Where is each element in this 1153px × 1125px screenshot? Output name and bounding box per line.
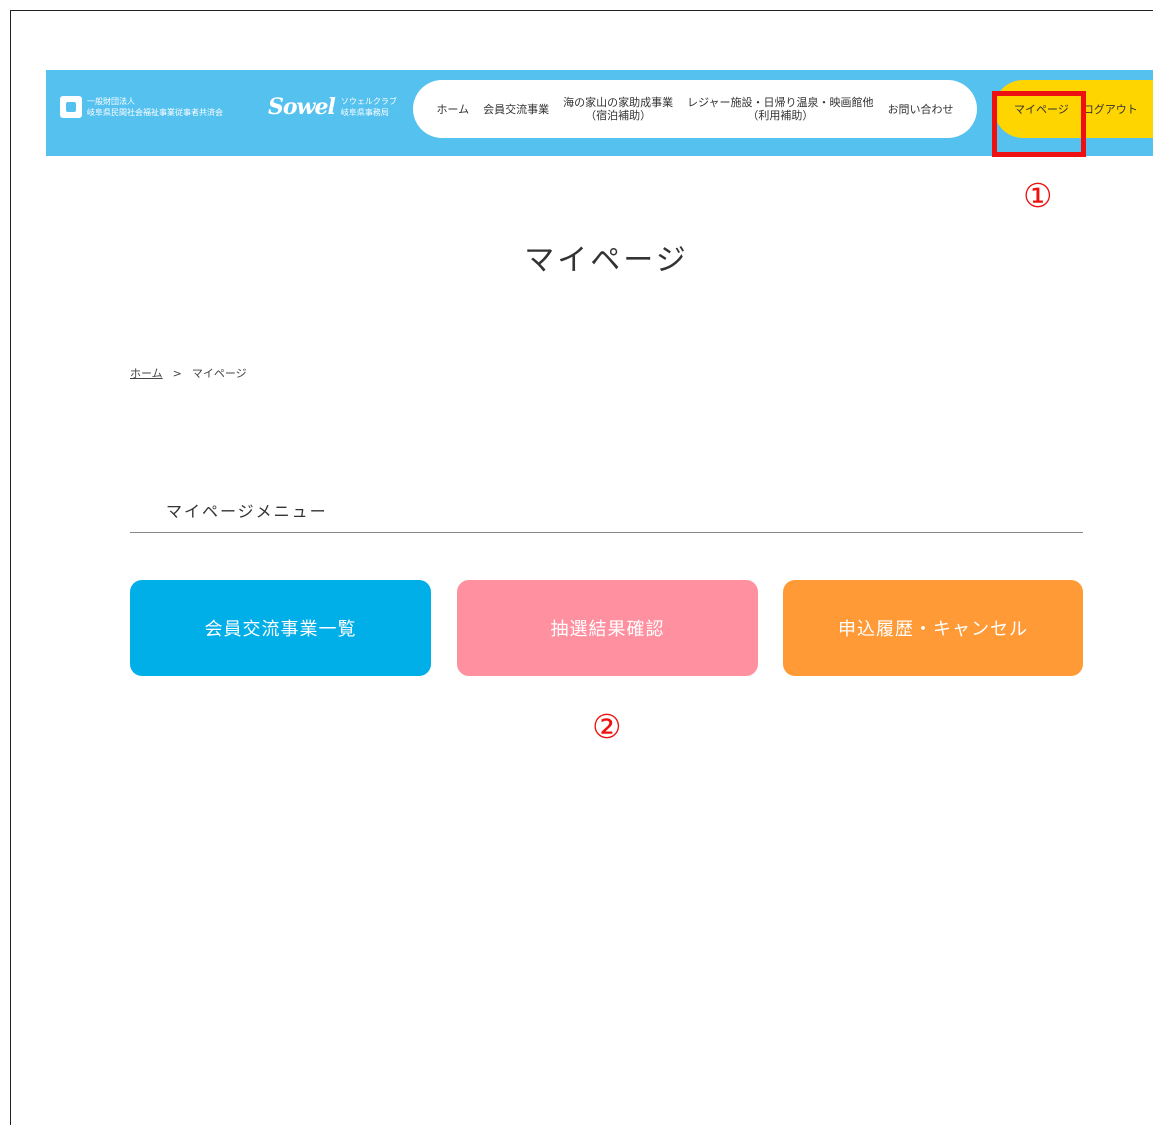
nav-home[interactable]: ホーム (436, 103, 469, 116)
nav-label: 海の家山の家助成事業 (563, 96, 674, 109)
sowel-line2: 岐阜県事務局 (340, 108, 389, 117)
main-nav: ホーム 会員交流事業 海の家山の家助成事業 （宿泊補助） レジャー施設・日帰り温… (413, 80, 977, 138)
nav-contact[interactable]: お問い合わせ (888, 103, 954, 116)
sowel-logo: Sowel (268, 94, 336, 120)
highlight-box (992, 91, 1086, 157)
sowel-name: ソウェルクラブ 岐阜県事務局 (341, 96, 397, 118)
site-header: 一般財団法人 岐阜県民間社会福祉事業従事者共済会 Sowel ソウェルクラブ 岐… (46, 70, 1153, 156)
nav-sublabel: （利用補助） (747, 109, 814, 122)
page-frame (10, 10, 1153, 1125)
sowel-brand[interactable]: Sowel ソウェルクラブ 岐阜県事務局 (268, 94, 397, 120)
annotation-marker-2: ② (592, 707, 622, 746)
nav-label: 会員交流事業 (483, 102, 550, 116)
lottery-result-button[interactable]: 抽選結果確認 (457, 580, 758, 676)
breadcrumb-separator: > (172, 367, 182, 380)
application-history-button[interactable]: 申込履歴・キャンセル (783, 580, 1083, 676)
menu-divider (130, 532, 1083, 533)
org-name: 一般財団法人 岐阜県民間社会福祉事業従事者共済会 (87, 96, 223, 118)
nav-label: ホーム (436, 102, 470, 116)
org-logo-icon (60, 96, 82, 118)
sowel-line1: ソウェルクラブ (340, 97, 397, 106)
nav-leisure-subsidy[interactable]: レジャー施設・日帰り温泉・映画館他 （利用補助） (687, 96, 873, 122)
annotation-marker-1: ① (1023, 176, 1053, 215)
nav-lodging-subsidy[interactable]: 海の家山の家助成事業 （宿泊補助） (563, 96, 673, 122)
breadcrumb-current: マイページ (191, 367, 247, 380)
member-exchange-list-button[interactable]: 会員交流事業一覧 (130, 580, 431, 676)
org-brand[interactable]: 一般財団法人 岐阜県民間社会福祉事業従事者共済会 (60, 96, 223, 118)
nav-sublabel: （宿泊補助） (585, 109, 652, 122)
nav-label: レジャー施設・日帰り温泉・映画館他 (687, 96, 874, 109)
nav-label: お問い合わせ (887, 102, 954, 116)
logout-link[interactable]: ログアウト (1083, 101, 1138, 117)
menu-heading: マイページメニュー (166, 502, 328, 521)
org-line1: 一般財団法人 (87, 97, 135, 106)
nav-member-exchange[interactable]: 会員交流事業 (483, 103, 549, 116)
org-line2: 岐阜県民間社会福祉事業従事者共済会 (87, 108, 223, 117)
page-title: マイページ (524, 243, 689, 278)
breadcrumb-home[interactable]: ホーム (130, 367, 163, 380)
breadcrumb: ホーム > マイページ (130, 365, 247, 381)
